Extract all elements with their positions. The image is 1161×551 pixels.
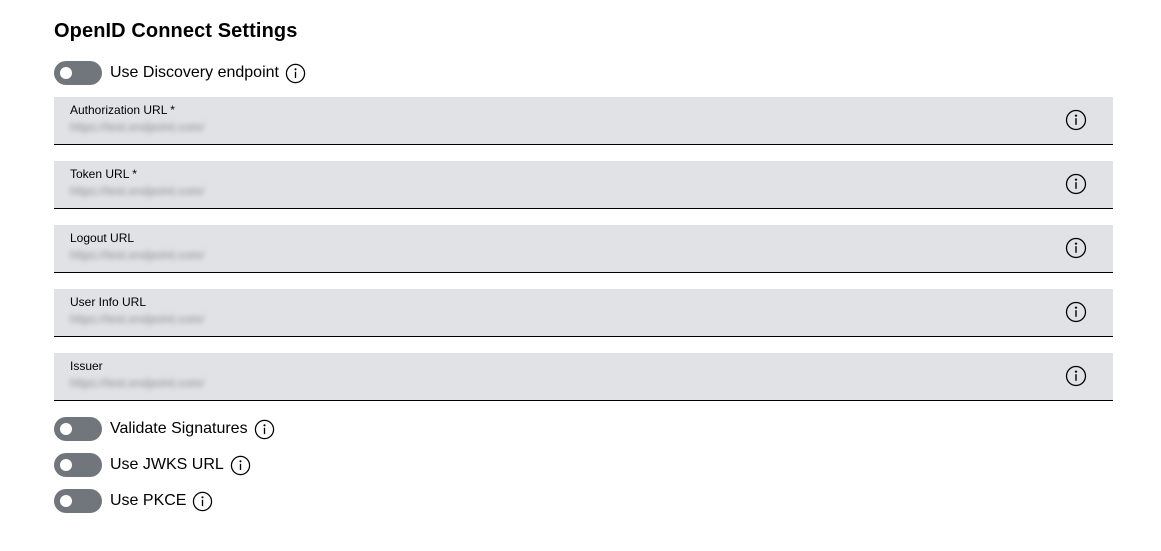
- info-icon[interactable]: [1065, 173, 1087, 195]
- use-pkce-switch[interactable]: [54, 489, 102, 513]
- use-jwks-url-label: Use JWKS URL: [110, 456, 224, 473]
- issuer-field[interactable]: Issuer https://test.endpoint.com/: [54, 353, 1113, 401]
- info-icon[interactable]: [230, 455, 251, 476]
- logout-url-value[interactable]: https://test.endpoint.com/: [70, 248, 300, 262]
- authorization-url-label: Authorization URL *: [70, 103, 175, 117]
- info-icon[interactable]: [1065, 365, 1087, 387]
- section-title: OpenID Connect Settings: [54, 20, 298, 42]
- info-icon[interactable]: [192, 491, 213, 512]
- user-info-url-field[interactable]: User Info URL https://test.endpoint.com/: [54, 289, 1113, 337]
- issuer-label: Issuer: [70, 359, 103, 373]
- switch-knob: [60, 67, 72, 79]
- logout-url-label: Logout URL: [70, 231, 135, 245]
- discovery-endpoint-label: Use Discovery endpoint: [110, 64, 279, 81]
- discovery-endpoint-toggle-row: Use Discovery endpoint: [54, 61, 306, 85]
- validate-signatures-toggle-row: Validate Signatures: [54, 417, 275, 441]
- authorization-url-value[interactable]: https://test.endpoint.com/: [70, 120, 300, 134]
- use-jwks-url-toggle-row: Use JWKS URL: [54, 453, 251, 477]
- token-url-label: Token URL *: [70, 167, 137, 181]
- info-icon[interactable]: [1065, 237, 1087, 259]
- logout-url-field[interactable]: Logout URL https://test.endpoint.com/: [54, 225, 1113, 273]
- info-icon[interactable]: [1065, 109, 1087, 131]
- user-info-url-label: User Info URL: [70, 295, 147, 309]
- issuer-value[interactable]: https://test.endpoint.com/: [70, 376, 300, 390]
- info-icon[interactable]: [285, 63, 306, 84]
- info-icon[interactable]: [254, 419, 275, 440]
- switch-knob: [60, 459, 72, 471]
- token-url-value[interactable]: https://test.endpoint.com/: [70, 184, 300, 198]
- switch-knob: [60, 423, 72, 435]
- use-pkce-label: Use PKCE: [110, 492, 187, 509]
- authorization-url-field[interactable]: Authorization URL * https://test.endpoin…: [54, 97, 1113, 145]
- validate-signatures-switch[interactable]: [54, 417, 102, 441]
- discovery-endpoint-switch[interactable]: [54, 61, 102, 85]
- use-jwks-url-switch[interactable]: [54, 453, 102, 477]
- switch-knob: [60, 495, 72, 507]
- info-icon[interactable]: [1065, 301, 1087, 323]
- validate-signatures-label: Validate Signatures: [110, 420, 248, 437]
- use-pkce-toggle-row: Use PKCE: [54, 489, 213, 513]
- user-info-url-value[interactable]: https://test.endpoint.com/: [70, 312, 300, 326]
- token-url-field[interactable]: Token URL * https://test.endpoint.com/: [54, 161, 1113, 209]
